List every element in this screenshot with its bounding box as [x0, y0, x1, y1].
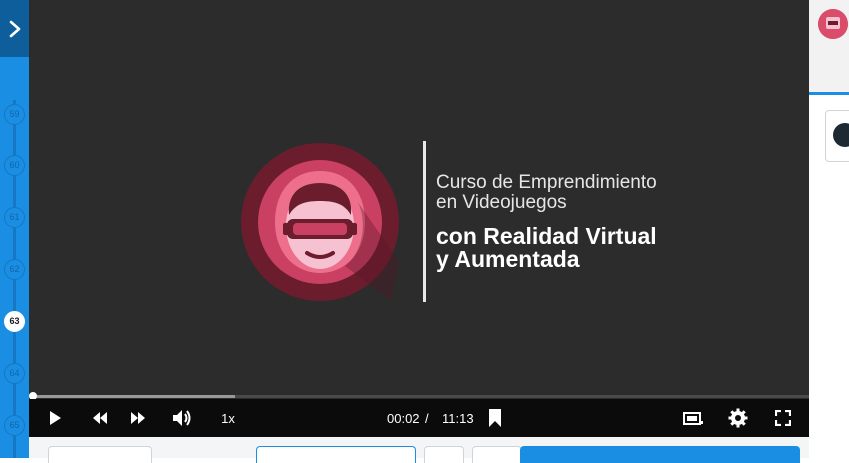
player-control-bar: 1x 00:02 / 11:13 — [29, 399, 809, 437]
bookmark-button[interactable] — [483, 399, 507, 437]
theater-mode-button[interactable] — [679, 399, 707, 437]
lesson-node-65[interactable]: 65 — [4, 415, 25, 436]
right-panel-header — [809, 0, 849, 92]
teacher-avatar-icon — [833, 123, 849, 147]
fullscreen-button[interactable] — [769, 399, 797, 437]
video-player[interactable]: Curso de Emprendimiento en Videojuegos c… — [29, 0, 809, 437]
fullscreen-icon — [775, 410, 791, 426]
play-button[interactable] — [41, 399, 69, 437]
volume-button[interactable] — [168, 399, 196, 437]
buffered-progress — [33, 395, 235, 398]
bottom-actions-strip — [29, 437, 809, 463]
video-progress-bar[interactable] — [33, 395, 809, 398]
right-panel-accent-line — [809, 92, 849, 95]
course-title-line-1: Curso de Emprendimiento — [436, 172, 657, 193]
rewind-button[interactable] — [86, 399, 114, 437]
bottom-primary-button[interactable] — [520, 446, 800, 463]
lesson-node-64[interactable]: 64 — [4, 363, 25, 384]
theater-mode-icon — [683, 412, 703, 425]
chevron-right-icon — [9, 20, 20, 37]
lesson-node-59[interactable]: 59 — [4, 104, 25, 125]
lesson-node-63-current[interactable]: 63 — [4, 311, 25, 332]
total-duration: 11:13 — [442, 410, 474, 426]
fast-forward-button[interactable] — [124, 399, 152, 437]
rewind-icon — [93, 412, 107, 424]
playback-speed-button[interactable]: 1x — [214, 399, 242, 437]
bottom-button-3[interactable] — [424, 446, 464, 463]
bottom-button-4[interactable] — [472, 446, 522, 463]
expand-sidebar-button[interactable] — [0, 0, 29, 57]
course-title-line-4: y Aumentada — [436, 246, 580, 272]
volume-icon — [173, 410, 191, 426]
right-panel-card[interactable] — [825, 110, 849, 162]
play-icon — [50, 411, 61, 425]
lesson-sidebar: 59 60 61 62 63 64 65 — [0, 0, 29, 458]
course-logo-vr-icon — [241, 143, 399, 301]
bottom-button-1[interactable] — [48, 446, 152, 463]
time-separator: / — [425, 410, 429, 426]
lesson-node-62[interactable]: 62 — [4, 259, 25, 280]
settings-button[interactable] — [724, 399, 752, 437]
right-side-panel — [809, 0, 849, 458]
course-avatar[interactable] — [818, 9, 848, 39]
course-title-line-2: en Videojuegos — [436, 192, 567, 213]
lesson-node-61[interactable]: 61 — [4, 207, 25, 228]
fast-forward-icon — [131, 412, 145, 424]
bottom-button-2[interactable] — [256, 446, 416, 463]
course-badge-icon — [818, 9, 848, 39]
bookmark-icon — [489, 409, 501, 427]
lesson-node-60[interactable]: 60 — [4, 155, 25, 176]
current-time: 00:02 — [387, 410, 420, 426]
settings-gear-icon — [728, 408, 748, 428]
title-divider — [423, 141, 426, 302]
